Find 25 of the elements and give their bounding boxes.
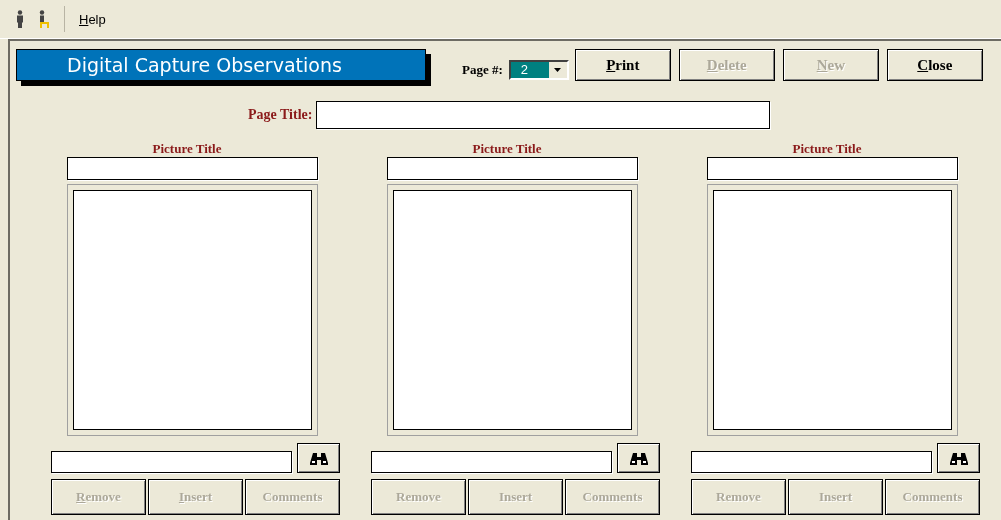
- picture-title-label: Picture Title: [472, 141, 542, 157]
- picture-title-label: Picture Title: [152, 141, 222, 157]
- binoculars-icon: [949, 451, 968, 465]
- picture-title-field[interactable]: [707, 157, 958, 180]
- person-icon[interactable]: [16, 10, 24, 28]
- picture-title-label: Picture Title: [792, 141, 862, 157]
- caret-icon: [554, 68, 562, 72]
- menu-item[interactable]: Help: [79, 11, 106, 27]
- path-field[interactable]: [371, 451, 612, 473]
- browse-button[interactable]: [297, 443, 340, 473]
- browse-button[interactable]: [937, 443, 980, 473]
- action-button[interactable]: Print: [574, 49, 671, 81]
- page-number-label: Page #:: [462, 62, 503, 78]
- page-number-dropdown[interactable]: 2: [508, 60, 569, 80]
- browse-button[interactable]: [617, 443, 660, 473]
- page-title-label: Page Title:: [248, 107, 313, 123]
- seated-person-icon[interactable]: [38, 10, 50, 28]
- path-field[interactable]: [51, 451, 292, 473]
- binoculars-icon: [309, 451, 328, 465]
- path-field[interactable]: [691, 451, 932, 473]
- action-button[interactable]: Close: [886, 49, 983, 81]
- picture-title-field[interactable]: [67, 157, 318, 180]
- picture-title-field[interactable]: [387, 157, 638, 180]
- page-title-field[interactable]: [316, 101, 771, 129]
- binoculars-icon: [629, 451, 648, 465]
